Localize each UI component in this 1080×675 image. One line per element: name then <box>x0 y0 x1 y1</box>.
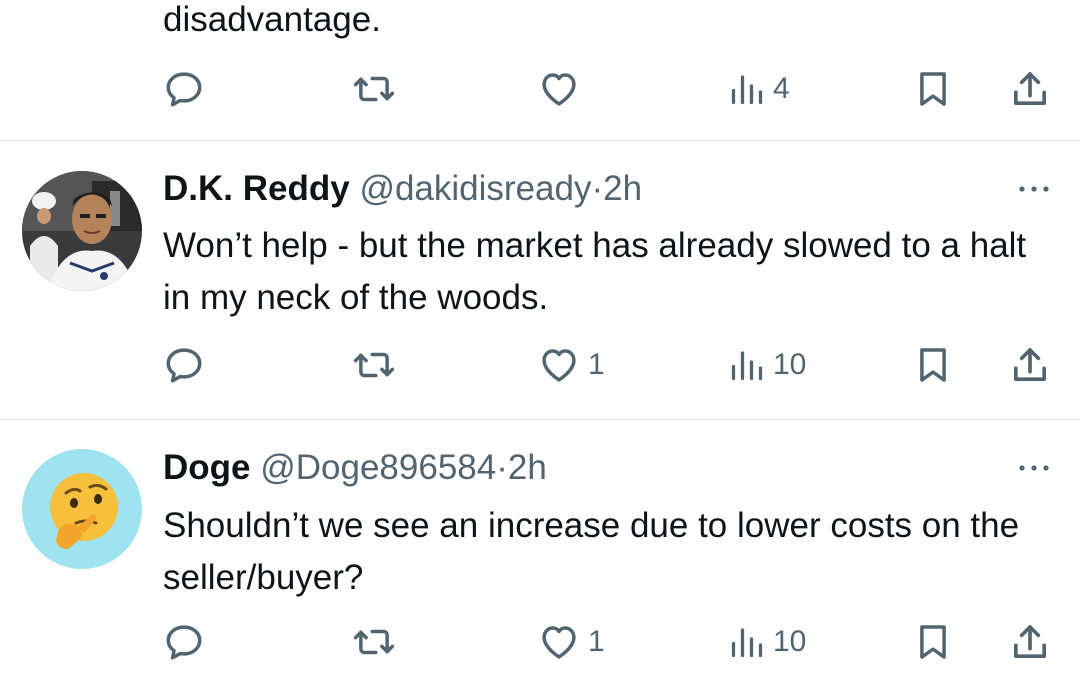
tweet-header: Doge @Doge896584·2h <box>163 446 547 490</box>
like-button[interactable]: 1 <box>538 340 605 390</box>
tweet-2[interactable]: Doge @Doge896584·2h Shouldn’t we see an … <box>0 420 1080 675</box>
user-handle[interactable]: @Doge896584 <box>260 448 496 487</box>
like-button[interactable]: 1 <box>538 617 605 667</box>
tweet-1[interactable]: D.K. Reddy @dakidisready·2h Won’t help -… <box>0 141 1080 419</box>
views-button[interactable]: 4 <box>729 64 790 114</box>
retweet-button[interactable] <box>352 340 404 390</box>
like-button[interactable] <box>538 64 588 114</box>
tweet-header: D.K. Reddy @dakidisready·2h <box>163 167 642 211</box>
tweet-text: disadvantage. <box>163 0 381 39</box>
reply-button[interactable] <box>163 617 213 667</box>
bookmark-button[interactable] <box>914 617 952 667</box>
retweet-button[interactable] <box>352 64 404 114</box>
like-icon <box>542 626 576 659</box>
views-button[interactable]: 10 <box>729 617 806 667</box>
bookmark-icon <box>920 72 946 106</box>
user-handle[interactable]: @dakidisready <box>359 169 591 208</box>
bookmark-icon <box>920 348 946 382</box>
like-count: 1 <box>588 625 605 658</box>
tweet-text: Won’t help - but the market has already … <box>163 226 1027 317</box>
views-icon <box>731 351 763 381</box>
more-icon <box>1019 186 1049 192</box>
profile-photo-icon <box>22 171 142 291</box>
like-count: 1 <box>588 348 605 381</box>
share-button[interactable] <box>1010 64 1050 114</box>
share-icon <box>1014 625 1046 658</box>
timestamp[interactable]: 2h <box>603 169 642 208</box>
reply-button[interactable] <box>163 64 213 114</box>
views-count: 10 <box>773 348 807 381</box>
like-icon <box>542 73 576 106</box>
avatar[interactable] <box>22 171 142 291</box>
thinking-face-emoji-icon <box>50 473 118 549</box>
bookmark-button[interactable] <box>914 64 952 114</box>
share-icon <box>1014 348 1046 381</box>
like-icon <box>542 349 576 382</box>
display-name[interactable]: D.K. Reddy <box>163 169 350 208</box>
more-button[interactable] <box>1014 179 1054 199</box>
separator-dot: · <box>591 169 604 208</box>
views-icon <box>731 628 763 658</box>
tweet-text: Shouldn’t we see an increase due to lowe… <box>163 506 1020 597</box>
more-icon <box>1019 465 1049 471</box>
tweet-actions: 1 10 <box>0 617 1080 667</box>
display-name[interactable]: Doge <box>163 448 251 487</box>
reply-icon <box>166 625 202 660</box>
avatar[interactable] <box>22 449 142 569</box>
retweet-icon <box>353 76 395 102</box>
reply-icon <box>166 72 202 107</box>
more-button[interactable] <box>1014 458 1054 478</box>
views-icon <box>731 75 763 105</box>
separator-dot: · <box>496 448 508 487</box>
timestamp[interactable]: 2h <box>508 448 547 487</box>
tweet-0[interactable]: disadvantage. 4 <box>0 0 1080 140</box>
reply-icon <box>166 348 202 383</box>
share-icon <box>1014 72 1046 105</box>
share-button[interactable] <box>1010 340 1050 390</box>
retweet-icon <box>353 352 395 378</box>
reply-button[interactable] <box>163 340 213 390</box>
tweet-actions: 4 <box>0 64 1080 114</box>
bookmark-button[interactable] <box>914 340 952 390</box>
retweet-button[interactable] <box>352 617 404 667</box>
retweet-icon <box>353 629 395 655</box>
tweet-actions: 1 10 <box>0 340 1080 390</box>
share-button[interactable] <box>1010 617 1050 667</box>
bookmark-icon <box>920 625 946 659</box>
views-count: 10 <box>773 625 807 658</box>
views-button[interactable]: 10 <box>729 340 806 390</box>
